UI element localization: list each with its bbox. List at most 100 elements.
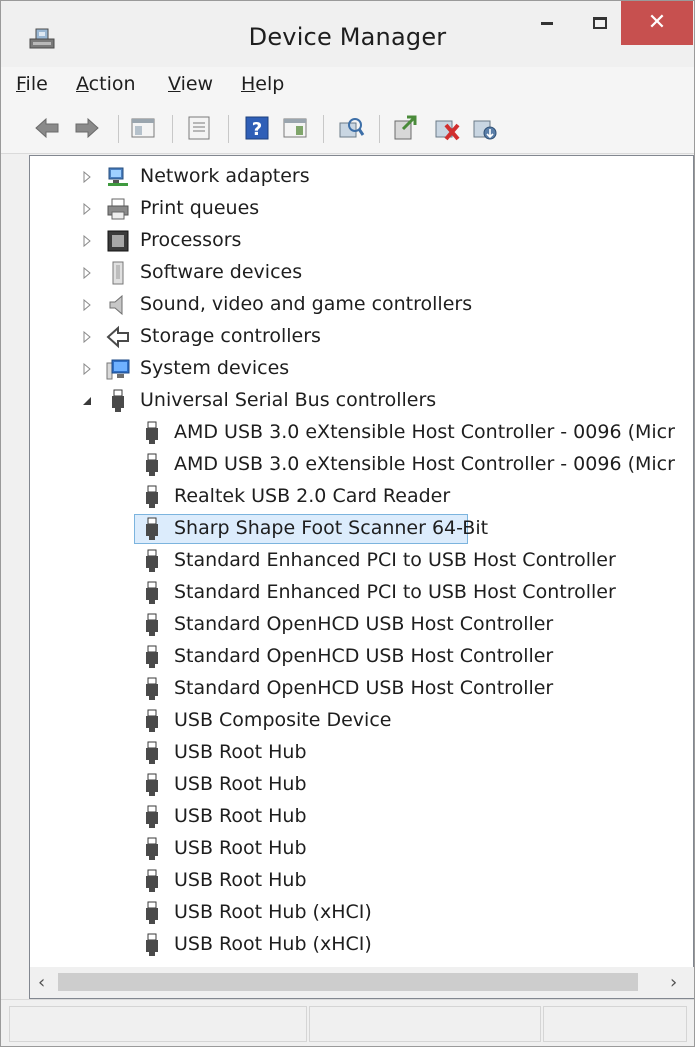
usb-device-label: USB Root Hub (xHCI) xyxy=(174,933,372,955)
speaker-icon xyxy=(109,294,123,316)
horizontal-scrollbar[interactable]: ‹ › xyxy=(29,967,694,999)
expand-arrow-icon[interactable] xyxy=(80,362,94,376)
show-action-pane-icon[interactable] xyxy=(281,113,309,143)
device-tree[interactable]: Network adapters Print queues Processors… xyxy=(29,155,694,969)
processor-icon xyxy=(107,230,129,252)
usb-device-row[interactable]: USB Root Hub (xHCI) xyxy=(30,929,670,961)
status-cell xyxy=(309,1006,541,1042)
tree-category-system-devices[interactable]: System devices xyxy=(30,353,670,385)
toolbar-separator xyxy=(228,115,229,143)
status-cell xyxy=(543,1006,687,1042)
usb-device-label: USB Composite Device xyxy=(174,709,392,731)
tree-category-print-queues[interactable]: Print queues xyxy=(30,193,670,225)
back-arrow-icon[interactable] xyxy=(33,113,61,143)
toolbar-separator xyxy=(172,115,173,143)
close-button[interactable]: ✕ xyxy=(621,1,693,45)
tree-category-network-adapters[interactable]: Network adapters xyxy=(30,161,670,193)
usb-device-row[interactable]: USB Root Hub xyxy=(30,769,670,801)
expand-arrow-icon[interactable] xyxy=(80,298,94,312)
usb-device-label: AMD USB 3.0 eXtensible Host Controller -… xyxy=(174,421,675,443)
tree-category-label: Print queues xyxy=(140,197,260,219)
usb-plug-icon xyxy=(146,453,158,476)
usb-plug-icon xyxy=(146,517,158,540)
help-icon[interactable]: ? xyxy=(243,113,271,143)
usb-device-label: Standard OpenHCD USB Host Controller xyxy=(174,613,554,635)
menu-help[interactable]: Help xyxy=(241,73,284,95)
usb-plug-icon xyxy=(146,613,158,636)
menu-action[interactable]: Action xyxy=(76,73,136,95)
collapse-arrow-icon[interactable] xyxy=(80,394,94,408)
minimize-icon xyxy=(541,21,553,25)
tree-category-storage-controllers[interactable]: Storage controllers xyxy=(30,321,670,353)
usb-device-label: USB Root Hub xyxy=(174,837,307,859)
horizontal-scroll-thumb[interactable] xyxy=(58,973,638,991)
usb-device-row[interactable]: Standard OpenHCD USB Host Controller xyxy=(30,641,670,673)
status-cell xyxy=(9,1006,307,1042)
toolbar-separator xyxy=(118,115,119,143)
scroll-right-icon[interactable]: › xyxy=(670,972,677,993)
tree-category-sound-video-game[interactable]: Sound, video and game controllers xyxy=(30,289,670,321)
forward-arrow-icon[interactable] xyxy=(73,113,101,143)
device-manager-window: Device Manager ✕ File Action View Help ?… xyxy=(0,0,695,1047)
usb-device-label: Sharp Shape Foot Scanner 64-Bit xyxy=(174,517,489,539)
show-hide-console-tree-icon[interactable] xyxy=(129,113,157,143)
usb-plug-icon xyxy=(146,645,158,668)
usb-device-row[interactable]: Standard OpenHCD USB Host Controller xyxy=(30,673,670,705)
usb-device-row[interactable]: Sharp Shape Foot Scanner 64-Bit xyxy=(30,513,670,545)
usb-device-label: USB Root Hub xyxy=(174,869,307,891)
usb-device-row[interactable]: Standard OpenHCD USB Host Controller xyxy=(30,609,670,641)
system-devices-icon xyxy=(106,359,130,380)
expand-arrow-icon[interactable] xyxy=(80,202,94,216)
usb-device-row[interactable]: USB Root Hub xyxy=(30,801,670,833)
tree-category-label: System devices xyxy=(140,357,290,379)
usb-device-label: AMD USB 3.0 eXtensible Host Controller -… xyxy=(174,453,675,475)
scan-hardware-changes-icon[interactable] xyxy=(337,113,365,143)
expand-arrow-icon[interactable] xyxy=(80,234,94,248)
usb-plug-icon xyxy=(146,677,158,700)
toolbar-separator xyxy=(379,115,380,143)
maximize-button[interactable] xyxy=(575,1,625,45)
usb-plug-icon xyxy=(146,933,158,956)
scroll-left-icon[interactable]: ‹ xyxy=(38,972,45,993)
tree-category-processors[interactable]: Processors xyxy=(30,225,670,257)
properties-icon[interactable] xyxy=(185,113,213,143)
expand-arrow-icon[interactable] xyxy=(80,330,94,344)
tree-category-label: Processors xyxy=(140,229,242,251)
usb-device-row[interactable]: Standard Enhanced PCI to USB Host Contro… xyxy=(30,577,670,609)
usb-plug-icon xyxy=(146,581,158,604)
usb-device-label: USB Root Hub (xHCI) xyxy=(174,901,372,923)
usb-plug-icon xyxy=(146,901,158,924)
menu-file[interactable]: File xyxy=(16,73,48,95)
disable-device-icon[interactable] xyxy=(471,113,499,143)
uninstall-device-icon[interactable] xyxy=(433,113,461,143)
usb-device-label: Standard Enhanced PCI to USB Host Contro… xyxy=(174,581,616,603)
expand-arrow-icon[interactable] xyxy=(80,170,94,184)
usb-device-row[interactable]: USB Composite Device xyxy=(30,705,670,737)
title-bar[interactable]: Device Manager ✕ xyxy=(1,1,694,67)
usb-device-row[interactable]: USB Root Hub xyxy=(30,737,670,769)
usb-device-row[interactable]: USB Root Hub (xHCI) xyxy=(30,897,670,929)
usb-device-row[interactable]: Realtek USB 2.0 Card Reader xyxy=(30,481,670,513)
usb-device-row[interactable]: USB Root Hub xyxy=(30,865,670,897)
usb-device-row[interactable]: USB Root Hub xyxy=(30,833,670,865)
usb-device-row[interactable]: AMD USB 3.0 eXtensible Host Controller -… xyxy=(30,449,675,481)
network-adapter-icon xyxy=(108,167,128,186)
menu-view[interactable]: View xyxy=(168,73,213,95)
tree-category-label: Network adapters xyxy=(140,165,310,187)
toolbar-separator xyxy=(323,115,324,143)
status-bar xyxy=(1,999,694,1046)
minimize-button[interactable] xyxy=(519,1,575,45)
usb-plug-icon xyxy=(112,389,124,412)
usb-device-label: USB Root Hub xyxy=(174,773,307,795)
tree-category-usb-controllers[interactable]: Universal Serial Bus controllers xyxy=(30,385,670,417)
usb-device-row[interactable]: AMD USB 3.0 eXtensible Host Controller -… xyxy=(30,417,675,449)
maximize-icon xyxy=(593,17,607,29)
usb-device-row[interactable]: Standard Enhanced PCI to USB Host Contro… xyxy=(30,545,670,577)
tree-category-label: Universal Serial Bus controllers xyxy=(140,389,437,411)
menu-bar: File Action View Help xyxy=(1,67,694,103)
storage-controller-icon xyxy=(106,325,129,349)
tree-category-label: Storage controllers xyxy=(140,325,321,347)
update-driver-icon[interactable] xyxy=(391,113,419,143)
expand-arrow-icon[interactable] xyxy=(80,266,94,280)
tree-category-software-devices[interactable]: Software devices xyxy=(30,257,670,289)
